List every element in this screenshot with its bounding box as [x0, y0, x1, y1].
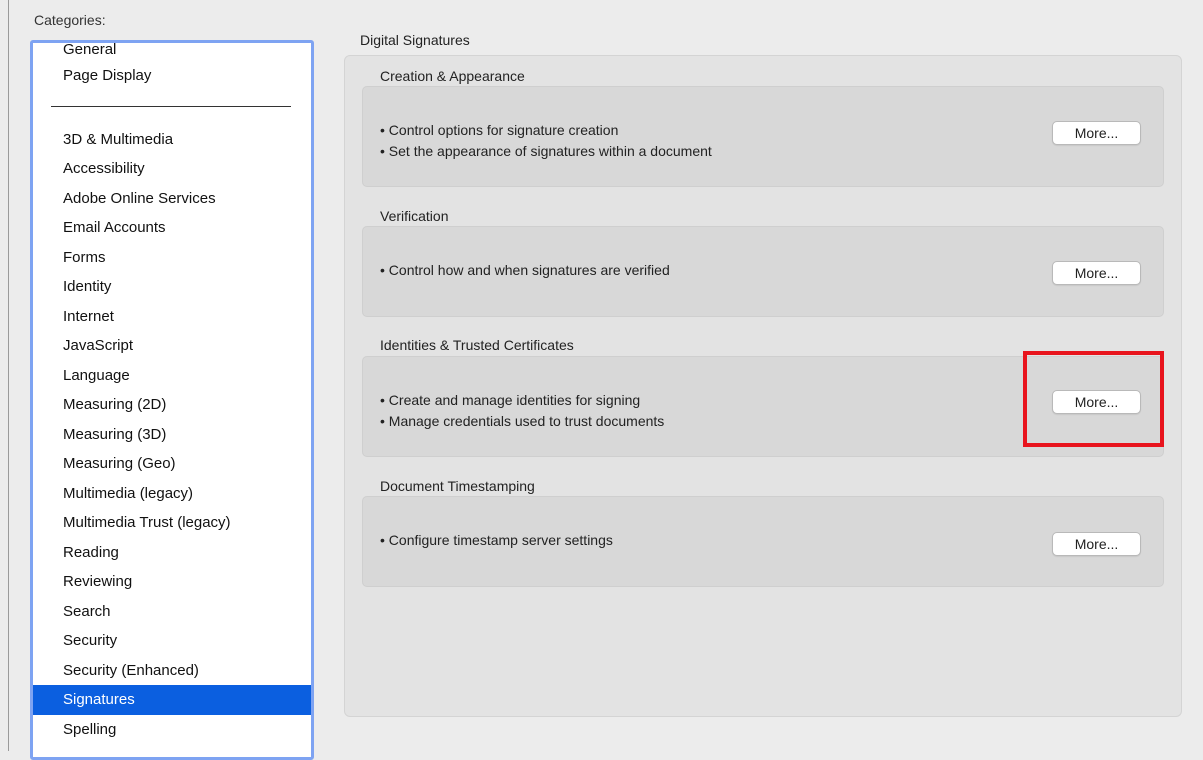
group-description-creation-appearance: • Control options for signature creation…: [380, 120, 712, 162]
group-description-identities-trusted-certificates: • Create and manage identities for signi…: [380, 390, 664, 432]
categories-list: 3D & Multimedia Accessibility Adobe Onli…: [33, 125, 311, 745]
window-edge: [8, 0, 9, 751]
category-identity[interactable]: Identity: [33, 272, 311, 302]
category-security[interactable]: Security: [33, 626, 311, 656]
category-email-accounts[interactable]: Email Accounts: [33, 213, 311, 243]
category-reading[interactable]: Reading: [33, 538, 311, 568]
categories-list-panel[interactable]: General Page Display 3D & Multimedia Acc…: [30, 40, 314, 760]
highlight-annotation: [1023, 351, 1164, 447]
group-label-document-timestamping: Document Timestamping: [380, 478, 535, 494]
category-measuring-geo[interactable]: Measuring (Geo): [33, 449, 311, 479]
categories-label: Categories:: [34, 12, 106, 28]
page-title: Digital Signatures: [360, 32, 470, 48]
group-description-document-timestamping: • Configure timestamp server settings: [380, 530, 613, 551]
categories-top-list: General Page Display: [33, 43, 311, 91]
verification-more-button[interactable]: More...: [1052, 261, 1141, 285]
group-label-verification: Verification: [380, 208, 449, 224]
category-search[interactable]: Search: [33, 597, 311, 627]
category-signatures[interactable]: Signatures: [33, 685, 311, 715]
creation-appearance-more-button[interactable]: More...: [1052, 121, 1141, 145]
category-accessibility[interactable]: Accessibility: [33, 154, 311, 184]
category-multimedia-trust-legacy[interactable]: Multimedia Trust (legacy): [33, 508, 311, 538]
category-page-display[interactable]: Page Display: [33, 61, 311, 91]
category-measuring-3d[interactable]: Measuring (3D): [33, 420, 311, 450]
category-general[interactable]: General: [33, 43, 311, 61]
category-multimedia-legacy[interactable]: Multimedia (legacy): [33, 479, 311, 509]
category-forms[interactable]: Forms: [33, 243, 311, 273]
description-line: • Manage credentials used to trust docum…: [380, 413, 665, 429]
group-label-creation-appearance: Creation & Appearance: [380, 68, 525, 84]
category-3d-multimedia[interactable]: 3D & Multimedia: [33, 125, 311, 155]
category-divider: [51, 105, 291, 107]
description-line: • Configure timestamp server settings: [380, 532, 613, 548]
description-line: • Set the appearance of signatures withi…: [380, 143, 712, 159]
category-security-enhanced[interactable]: Security (Enhanced): [33, 656, 311, 686]
group-description-verification: • Control how and when signatures are ve…: [380, 260, 670, 281]
description-line: • Create and manage identities for signi…: [380, 392, 641, 408]
category-javascript[interactable]: JavaScript: [33, 331, 311, 361]
description-line: • Control options for signature creation: [380, 122, 619, 138]
timestamping-more-button[interactable]: More...: [1052, 532, 1141, 556]
category-reviewing[interactable]: Reviewing: [33, 567, 311, 597]
category-internet[interactable]: Internet: [33, 302, 311, 332]
group-label-identities-trusted-certificates: Identities & Trusted Certificates: [380, 337, 574, 353]
description-line: • Control how and when signatures are ve…: [380, 262, 670, 278]
category-measuring-2d[interactable]: Measuring (2D): [33, 390, 311, 420]
category-language[interactable]: Language: [33, 361, 311, 391]
category-adobe-online-services[interactable]: Adobe Online Services: [33, 184, 311, 214]
category-spelling[interactable]: Spelling: [33, 715, 311, 745]
